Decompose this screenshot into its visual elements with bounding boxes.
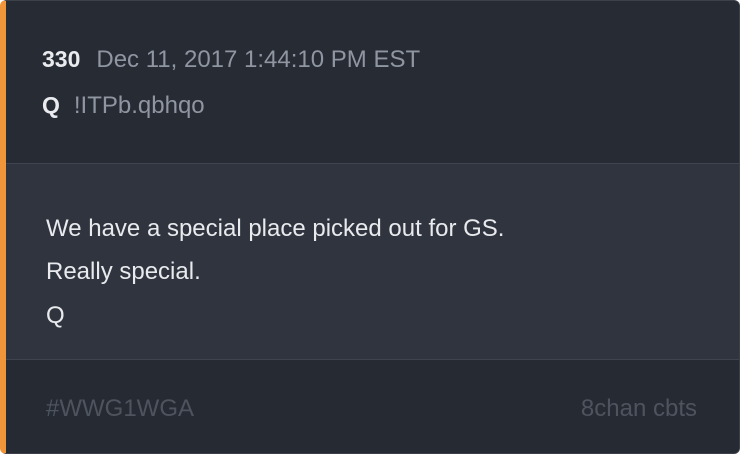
post-card: 330 Dec 11, 2017 1:44:10 PM EST Q !ITPb.… (0, 0, 740, 454)
post-header: 330 Dec 11, 2017 1:44:10 PM EST Q !ITPb.… (6, 1, 739, 164)
post-text-line: Q (46, 302, 65, 329)
post-author-row: Q !ITPb.qbhqo (42, 92, 205, 120)
post-tripcode: !ITPb.qbhqo (73, 92, 205, 119)
post-meta-row: 330 Dec 11, 2017 1:44:10 PM EST (42, 46, 420, 74)
post-hashtag: #WWG1WGA (46, 395, 194, 422)
post-footer: #WWG1WGA 8chan cbts (6, 360, 739, 453)
post-body: We have a special place picked out for G… (6, 164, 739, 360)
post-timestamp: Dec 11, 2017 1:44:10 PM EST (96, 46, 421, 73)
post-text-line: Really special. (46, 258, 201, 285)
post-source: 8chan cbts (580, 395, 697, 422)
post-author: Q (42, 92, 60, 118)
post-text-line: We have a special place picked out for G… (46, 215, 505, 242)
post-number[interactable]: 330 (42, 46, 80, 73)
